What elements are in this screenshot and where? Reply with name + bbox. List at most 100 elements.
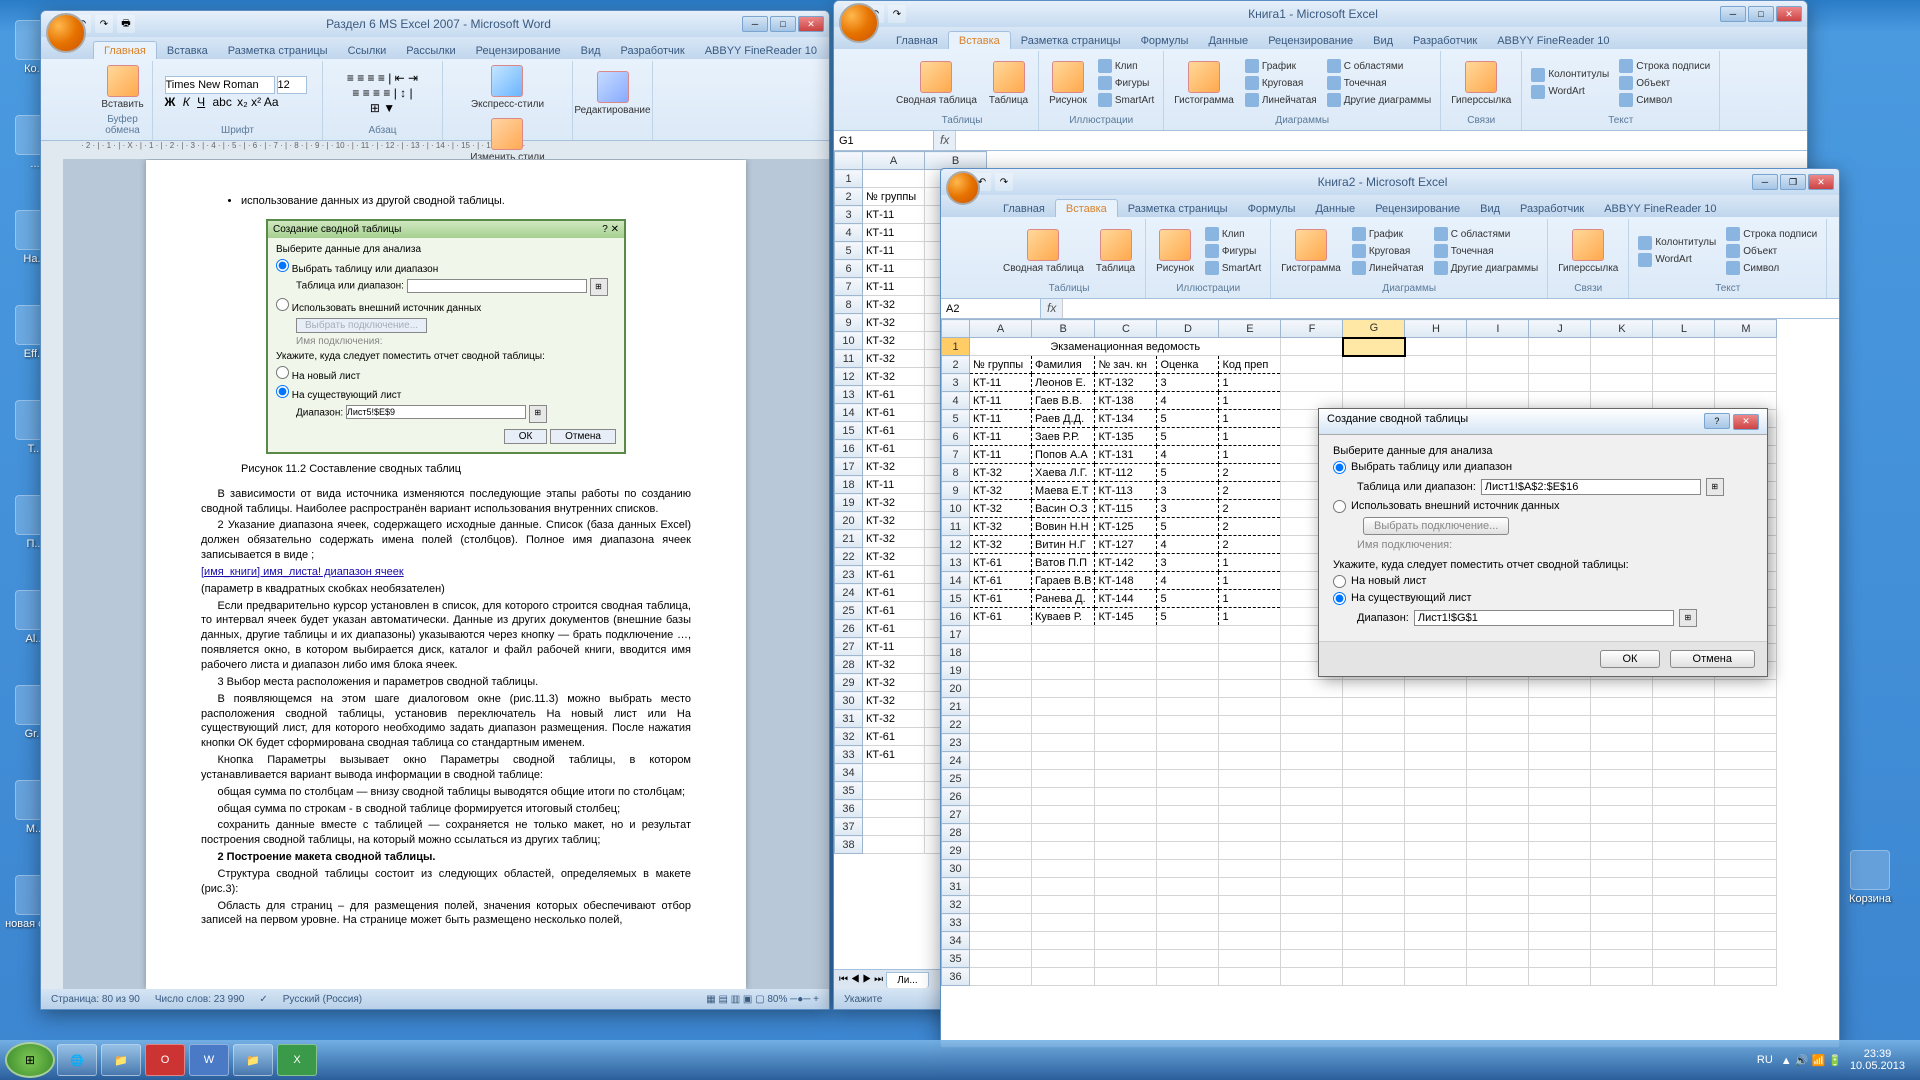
ribbon-tab[interactable]: Вставка [1055, 199, 1118, 217]
task-excel[interactable]: X [277, 1044, 317, 1076]
ribbon-tab[interactable]: Вид [571, 42, 611, 59]
ribbon-tab[interactable]: Рассылки [396, 42, 465, 59]
destination-input[interactable] [1414, 610, 1674, 626]
ribbon-tab[interactable]: Ссылки [338, 42, 397, 59]
hyperlink-button[interactable]: Гиперссылка [1447, 59, 1515, 108]
office-button[interactable] [946, 171, 980, 205]
ribbon-tab[interactable]: Разработчик [611, 42, 695, 59]
task-word[interactable]: W [189, 1044, 229, 1076]
ribbon-tab[interactable]: Рецензирование [466, 42, 571, 59]
ok-button[interactable]: ОК [1600, 650, 1661, 668]
ribbon-tab[interactable]: Вставка [157, 42, 218, 59]
table-range-field[interactable]: Таблица или диапазон: ⊞ [1333, 478, 1753, 496]
strike-button[interactable]: abc [212, 95, 231, 109]
paste-button[interactable]: Вставить [97, 63, 147, 112]
bold-button[interactable]: Ж [165, 95, 176, 109]
clip-button[interactable]: Клип [1095, 58, 1157, 74]
ribbon-tab[interactable]: Главная [886, 32, 948, 49]
express-styles[interactable]: Экспресс-стили [467, 63, 548, 112]
existing-sheet-option[interactable]: На существующий лист [1333, 592, 1753, 605]
ribbon-tab[interactable]: ABBYY FineReader 10 [1487, 32, 1619, 49]
range-ref-icon[interactable]: ⊞ [1706, 478, 1724, 496]
range-input[interactable] [1481, 479, 1701, 495]
ribbon-tab[interactable]: Главная [993, 200, 1055, 217]
print-icon[interactable]: 🖶 [117, 15, 135, 33]
fx-icon[interactable]: fx [1041, 299, 1062, 318]
name-box[interactable]: A2 [941, 299, 1041, 318]
word-window: 💾 ↶ ↷ 🖶 Раздел 6 MS Excel 2007 - Microso… [40, 10, 830, 1010]
help-button[interactable]: ? [1704, 413, 1730, 429]
new-sheet-option[interactable]: На новый лист [1333, 575, 1753, 588]
fx-icon[interactable]: fx [934, 131, 955, 150]
redo-icon[interactable]: ↷ [995, 173, 1013, 191]
ribbon-tab[interactable]: Данные [1305, 200, 1365, 217]
ribbon-tab[interactable]: Главная [93, 41, 157, 59]
ribbon-tab[interactable]: Формулы [1238, 200, 1306, 217]
pivot-dialog: Создание сводной таблицы ? ✕ Выберите да… [1318, 408, 1768, 677]
redo-icon[interactable]: ↷ [888, 5, 906, 23]
dialog-titlebar: Создание сводной таблицы ? ✕ [1319, 409, 1767, 435]
start-button[interactable]: ⊞ [5, 1042, 55, 1078]
maximize-button[interactable]: □ [770, 16, 796, 32]
shapes-button[interactable]: Фигуры [1095, 75, 1157, 91]
minimize-button[interactable]: ─ [1752, 174, 1778, 190]
ribbon-tab[interactable]: Данные [1198, 32, 1258, 49]
system-tray[interactable]: RU ▲ 🔊 📶 🔋 23:3910.05.2013 [1757, 1048, 1915, 1072]
font-size[interactable] [277, 76, 307, 94]
formula-bar[interactable] [955, 131, 1807, 150]
name-box[interactable]: G1 [834, 131, 934, 150]
ribbon-tab[interactable]: Вид [1470, 200, 1510, 217]
ribbon-tab[interactable]: Разметка страницы [1118, 200, 1238, 217]
ribbon-tabs: ГлавнаяВставкаРазметка страницыФормулыДа… [834, 27, 1807, 49]
ribbon-tab[interactable]: Разработчик [1510, 200, 1594, 217]
office-button[interactable] [46, 13, 86, 53]
minimize-button[interactable]: ─ [742, 16, 768, 32]
destination-field[interactable]: Диапазон: ⊞ [1333, 609, 1753, 627]
pivot-table-button[interactable]: Сводная таблица [999, 227, 1088, 276]
ribbon-tab[interactable]: Разработчик [1403, 32, 1487, 49]
document-area[interactable]: использование данных из другой сводной т… [41, 159, 829, 989]
ribbon-tab[interactable]: ABBYY FineReader 10 [1594, 200, 1726, 217]
task-folder[interactable]: 📁 [233, 1044, 273, 1076]
ruler-horizontal[interactable]: · 2 · | · 1 · | · X · | · 1 · | · 2 · | … [41, 141, 829, 159]
dest-ref-icon[interactable]: ⊞ [1679, 609, 1697, 627]
ribbon-tab[interactable]: Разметка страницы [1011, 32, 1131, 49]
ribbon-tab[interactable]: Рецензирование [1365, 200, 1470, 217]
ruler-vertical[interactable] [41, 159, 63, 989]
table-button[interactable]: Таблица [1092, 227, 1139, 276]
ribbon-tab[interactable]: Вставка [948, 31, 1011, 49]
formula-bar[interactable] [1062, 299, 1839, 318]
task-ie[interactable]: 🌐 [57, 1044, 97, 1076]
ribbon-tab[interactable]: Разметка страницы [218, 42, 338, 59]
ribbon-tab[interactable]: Вид [1363, 32, 1403, 49]
office-button[interactable] [839, 3, 879, 43]
task-explorer[interactable]: 📁 [101, 1044, 141, 1076]
recycle-bin[interactable]: Корзина [1840, 850, 1900, 905]
external-source-option[interactable]: Использовать внешний источник данных [1333, 500, 1753, 513]
change-styles[interactable]: Изменить стили [466, 116, 548, 165]
ribbon-tab[interactable]: Формулы [1131, 32, 1199, 49]
select-range-option[interactable]: Выбрать таблицу или диапазон [1333, 461, 1753, 474]
picture-button[interactable]: Рисунок [1045, 59, 1091, 108]
word-titlebar: 💾 ↶ ↷ 🖶 Раздел 6 MS Excel 2007 - Microso… [41, 11, 829, 37]
font-name[interactable] [165, 76, 275, 94]
close-button[interactable]: ✕ [798, 16, 824, 32]
maximize-button[interactable]: □ [1748, 6, 1774, 22]
close-button[interactable]: ✕ [1808, 174, 1834, 190]
smartart-button[interactable]: SmartArt [1095, 92, 1157, 108]
ribbon-tab[interactable]: Рецензирование [1258, 32, 1363, 49]
redo-icon[interactable]: ↷ [95, 15, 113, 33]
close-button[interactable]: ✕ [1776, 6, 1802, 22]
table-button[interactable]: Таблица [985, 59, 1032, 108]
italic-button[interactable]: К [183, 95, 190, 109]
editing-button[interactable]: Редактирование [570, 69, 654, 118]
cancel-button[interactable]: Отмена [1670, 650, 1755, 668]
underline-button[interactable]: Ч [197, 95, 205, 109]
minimize-button[interactable]: ─ [1720, 6, 1746, 22]
task-opera[interactable]: O [145, 1044, 185, 1076]
histogram-button[interactable]: Гистограмма [1170, 59, 1238, 108]
close-button[interactable]: ✕ [1733, 414, 1759, 430]
ribbon-tab[interactable]: ABBYY FineReader 10 [695, 42, 827, 59]
pivot-table-button[interactable]: Сводная таблица [892, 59, 981, 108]
restore-button[interactable]: ❐ [1780, 174, 1806, 190]
